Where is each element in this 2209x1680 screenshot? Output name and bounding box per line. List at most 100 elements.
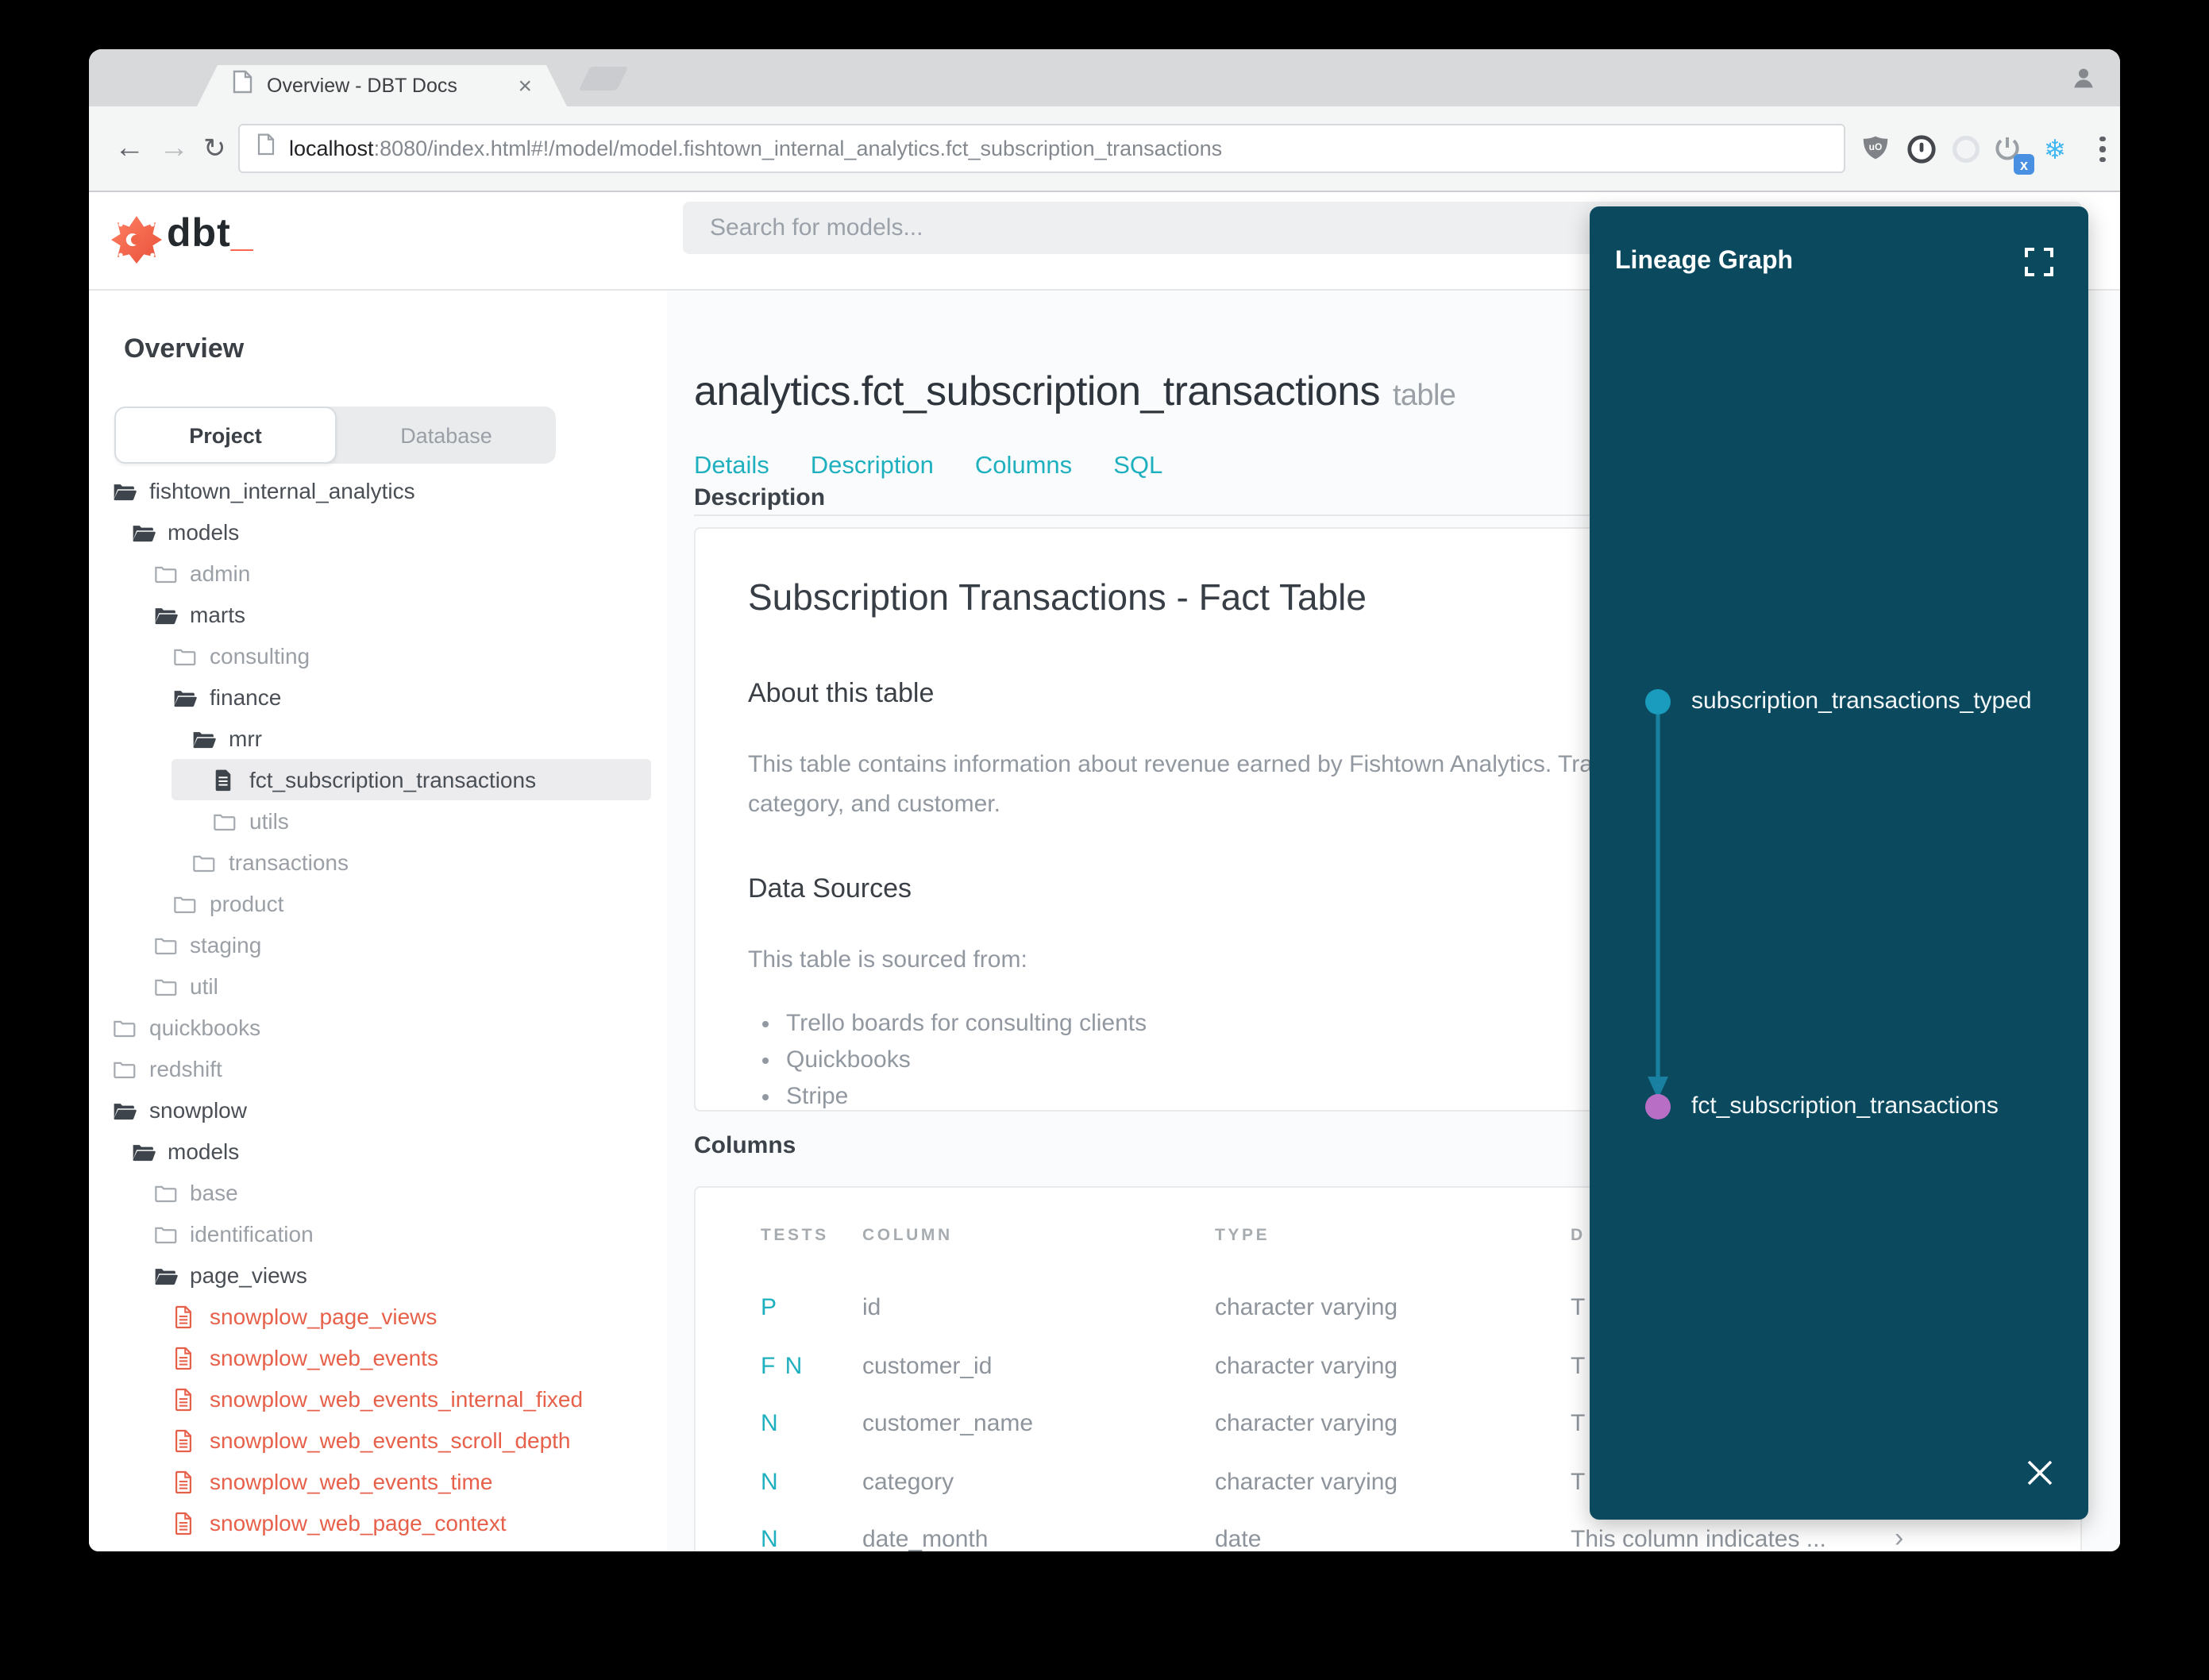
screenshot-stage: Overview - DBT Docs × ← → ↻ localhost:80… <box>0 0 2209 1680</box>
tree-item-snowplow_page_views[interactable]: snowplow_page_views <box>89 1296 667 1337</box>
tree-item-marts[interactable]: marts <box>89 594 667 635</box>
model-nav-columns[interactable]: Columns <box>975 453 1072 481</box>
cell-description: T <box>1571 1410 1586 1437</box>
tree-item-label: product <box>210 891 284 916</box>
tree-item-snowplow_web_events[interactable]: snowplow_web_events <box>89 1337 667 1378</box>
tree-item-snowplow_web_page_context[interactable]: snowplow_web_page_context <box>89 1502 667 1543</box>
tree-item-snowplow_web_events_internal_fixed[interactable]: snowplow_web_events_internal_fixed <box>89 1378 667 1420</box>
tree-item-redshift[interactable]: redshift <box>89 1048 667 1089</box>
lineage-node-upstream[interactable]: subscription_transactions_typed <box>1645 688 2032 715</box>
tree-item-fishtown_internal_analytics[interactable]: fishtown_internal_analytics <box>89 470 667 511</box>
file-solid-icon <box>213 768 237 792</box>
logo-underscore: _ <box>230 211 254 256</box>
cell-type: date <box>1215 1526 1262 1551</box>
sidebar-tab-switcher: Project Database <box>114 407 556 464</box>
tree-item-finance[interactable]: finance <box>89 676 667 718</box>
search-placeholder: Search for models... <box>710 214 923 241</box>
columns-section-label: Columns <box>694 1132 796 1159</box>
tree-item-label: snowplow_web_events <box>210 1345 438 1370</box>
tab-title: Overview - DBT Docs <box>267 75 457 97</box>
folder-icon <box>153 561 177 585</box>
cell-description: This column indicates ... <box>1571 1526 1826 1551</box>
lineage-node-current[interactable]: fct_subscription_transactions <box>1645 1092 1999 1119</box>
cell-type: character varying <box>1215 1410 1398 1437</box>
lineage-close-icon[interactable] <box>2026 1459 2053 1486</box>
tree-item-admin[interactable]: admin <box>89 553 667 594</box>
tree-item-consulting[interactable]: consulting <box>89 635 667 676</box>
browser-tab-strip: Overview - DBT Docs × <box>89 49 2120 138</box>
tree-item-fct_subscription_transactions[interactable]: fct_subscription_transactions <box>89 759 667 800</box>
tree-item-label: mrr <box>229 726 262 751</box>
tab-project[interactable]: Project <box>114 407 337 464</box>
cell-type: character varying <box>1215 1468 1398 1495</box>
lineage-graph-panel: Lineage Graph subscription_transactions_… <box>1590 206 2088 1520</box>
browser-menu-icon[interactable] <box>2087 133 2118 165</box>
folder-open-icon <box>173 685 197 709</box>
new-tab-button[interactable] <box>578 67 629 91</box>
url-bar[interactable]: localhost:8080/index.html#!/model/model.… <box>238 124 1845 173</box>
url-path: :8080/index.html#!/model/model.fishtown_… <box>373 137 1223 160</box>
tree-item-mrr[interactable]: mrr <box>89 718 667 759</box>
tree-item-staging[interactable]: staging <box>89 924 667 965</box>
tree-item-utils[interactable]: utils <box>89 800 667 842</box>
extension-circle-icon[interactable] <box>1950 133 1982 165</box>
tree-item-label: staging <box>190 932 262 958</box>
tree-item-page_views[interactable]: page_views <box>89 1254 667 1296</box>
model-nav-sql[interactable]: SQL <box>1113 453 1162 481</box>
url-host: localhost <box>289 137 374 160</box>
tree-item-snowplow_web_events_scroll_depth[interactable]: snowplow_web_events_scroll_depth <box>89 1420 667 1461</box>
tree-item-snowplow[interactable]: snowplow <box>89 1089 667 1131</box>
browser-profile-icon[interactable] <box>2069 64 2098 100</box>
col-header-type: TYPE <box>1215 1226 1270 1245</box>
folder-icon <box>192 850 216 874</box>
tree-item-identification[interactable]: identification <box>89 1213 667 1254</box>
dbt-logo-icon[interactable] <box>111 214 162 273</box>
fullscreen-expand-icon[interactable] <box>2025 248 2053 276</box>
tree-item-quickbooks[interactable]: quickbooks <box>89 1007 667 1048</box>
model-nav-description[interactable]: Description <box>811 453 934 481</box>
browser-tab[interactable]: Overview - DBT Docs × <box>197 65 567 106</box>
snowflake-extension-icon[interactable]: ❄ <box>2039 133 2071 165</box>
cell-column: id <box>862 1294 881 1321</box>
node-dot-cyan <box>1645 688 1671 714</box>
tree-item-base[interactable]: base <box>89 1172 667 1213</box>
overview-link[interactable]: Overview <box>124 333 244 365</box>
folder-open-icon <box>153 603 177 626</box>
tree-item-product[interactable]: product <box>89 883 667 924</box>
folder-open-icon <box>113 1098 137 1122</box>
page-favicon <box>232 70 253 102</box>
cell-column: customer_name <box>862 1410 1034 1437</box>
tree-item-models[interactable]: models <box>89 1131 667 1172</box>
tab-close-icon[interactable]: × <box>518 74 532 98</box>
tree-item-label: util <box>190 973 218 999</box>
model-nav-details[interactable]: Details <box>694 453 769 481</box>
row-expand-chevron-icon[interactable]: › <box>1895 1523 1903 1551</box>
folder-icon <box>153 974 177 998</box>
file-outline-icon <box>173 1387 197 1411</box>
folder-open-icon <box>131 1139 155 1163</box>
file-tree: fishtown_internal_analytics models admin ma… <box>89 470 667 1543</box>
url-text: localhost:8080/index.html#!/model/model.… <box>289 137 1222 160</box>
tree-item-snowplow_web_events_time[interactable]: snowplow_web_events_time <box>89 1461 667 1502</box>
cell-tests: N <box>761 1410 780 1437</box>
folder-icon <box>153 1222 177 1246</box>
folder-open-icon <box>131 520 155 544</box>
reload-button[interactable]: ↻ <box>203 132 226 167</box>
tree-item-label: transactions <box>229 850 349 875</box>
tree-item-label: finance <box>210 684 282 710</box>
ublock-shield-icon[interactable]: uO <box>1860 133 1891 165</box>
folder-icon <box>173 644 197 668</box>
tab-database[interactable]: Database <box>337 407 556 464</box>
node-label: subscription_transactions_typed <box>1691 688 2032 715</box>
tree-item-label: snowplow_web_events_internal_fixed <box>210 1386 584 1412</box>
tree-item-models[interactable]: models <box>89 511 667 553</box>
tree-item-util[interactable]: util <box>89 965 667 1007</box>
onepassword-icon[interactable] <box>1906 133 1937 165</box>
back-button[interactable]: ← <box>114 132 145 167</box>
tree-item-label: fct_subscription_transactions <box>249 767 537 792</box>
forward-button[interactable]: → <box>159 132 189 167</box>
power-extension-icon[interactable]: x <box>1991 133 2034 175</box>
file-outline-icon <box>173 1304 197 1328</box>
tree-item-transactions[interactable]: transactions <box>89 842 667 883</box>
folder-icon <box>213 809 237 833</box>
